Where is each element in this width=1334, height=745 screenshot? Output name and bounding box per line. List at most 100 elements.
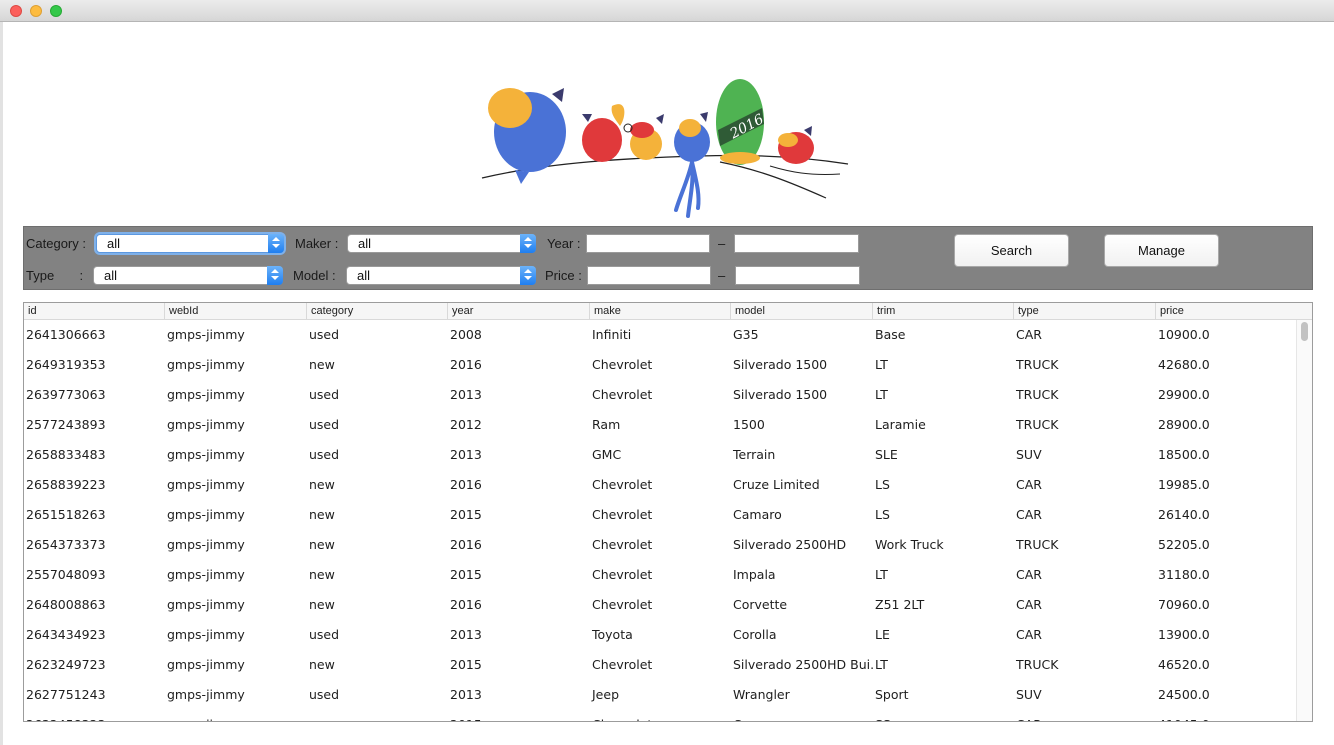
column-header-category[interactable]: category — [307, 303, 448, 320]
table-row[interactable]: 2641306663 gmps-jimmy used 2008 Infiniti G35 B… — [24, 320, 1297, 350]
maker-select[interactable]: all — [347, 234, 536, 253]
zoom-window-button[interactable] — [50, 5, 62, 17]
blue-bird-large — [488, 88, 566, 184]
cell-category: new — [309, 507, 335, 522]
year-to-input[interactable] — [734, 234, 859, 253]
cell-category: new — [309, 537, 335, 552]
cell-trim: LT — [875, 567, 888, 582]
column-header-price[interactable]: price — [1156, 303, 1297, 320]
cell-webid: gmps-jimmy — [167, 687, 245, 702]
column-header-trim[interactable]: trim — [873, 303, 1014, 320]
cell-id: 2651518263 — [26, 507, 106, 522]
table-row[interactable]: 2658833483 gmps-jimmy used 2013 GMC Terrain SL… — [24, 440, 1297, 470]
cell-type: CAR — [1014, 710, 1156, 721]
maker-select-arrow-icon[interactable] — [520, 234, 536, 253]
cell-make: Toyota — [592, 627, 633, 642]
type-select-arrow-icon[interactable] — [267, 266, 283, 285]
cell-model: Camaro — [733, 507, 782, 522]
table-row[interactable]: 2639773063 gmps-jimmy used 2013 Chevrolet Sil… — [24, 380, 1297, 410]
cell-make: Ram — [592, 417, 621, 432]
green-egg-2016: 2016 — [716, 79, 767, 165]
cell-webid: gmps-jimmy — [167, 477, 245, 492]
table-row[interactable]: 2627751243 gmps-jimmy used 2013 Jeep Wrangler… — [24, 680, 1297, 710]
model-select[interactable]: all — [346, 266, 536, 285]
year-range-dash: – — [718, 236, 726, 251]
cell-webid: gmps-jimmy — [167, 627, 245, 642]
close-window-button[interactable] — [10, 5, 22, 17]
table-row[interactable]: 2623249723 gmps-jimmy new 2015 Chevrolet Silv… — [24, 650, 1297, 680]
cell-year: 2008 — [450, 327, 482, 342]
column-header-type[interactable]: type — [1014, 303, 1156, 320]
cell-year: 2015 — [448, 710, 590, 721]
cell-type: CAR — [1016, 477, 1042, 492]
table-row[interactable]: 2643434923 gmps-jimmy used 2013 Toyota Coroll… — [24, 620, 1297, 650]
cell-trim: Z51 2LT — [875, 597, 925, 612]
cell-trim: LT — [875, 657, 888, 672]
table-row[interactable]: 2654373373 gmps-jimmy new 2016 Chevrolet Silv… — [24, 530, 1297, 560]
column-header-year[interactable]: year — [448, 303, 590, 320]
cell-model: Corvette — [733, 597, 788, 612]
manage-button[interactable]: Manage — [1104, 234, 1219, 267]
price-label: Price : — [545, 268, 582, 283]
cell-trim: LE — [875, 627, 890, 642]
cell-category: used — [309, 447, 340, 462]
cell-price: 24500.0 — [1158, 687, 1210, 702]
cell-type: TRUCK — [1016, 387, 1059, 402]
category-select-arrow-icon[interactable] — [268, 234, 284, 253]
table-row[interactable]: 2557048093 gmps-jimmy new 2015 Chevrolet Impa… — [24, 560, 1297, 590]
type-select[interactable]: all — [93, 266, 283, 285]
column-header-make[interactable]: make — [590, 303, 731, 320]
cell-trim: SS — [873, 710, 1014, 721]
cell-type: TRUCK — [1016, 537, 1059, 552]
cell-category: used — [309, 687, 340, 702]
vehicle-results-table[interactable]: id webId category year make model trim type pric… — [23, 302, 1313, 722]
table-body[interactable]: 2641306663 gmps-jimmy used 2008 Infiniti G35 B… — [24, 320, 1297, 721]
cell-price: 42680.0 — [1158, 357, 1210, 372]
category-select[interactable]: all — [96, 234, 284, 253]
table-row[interactable]: 2577243893 gmps-jimmy used 2012 Ram 1500 Laram… — [24, 410, 1297, 440]
cell-trim: Sport — [875, 687, 909, 702]
cell-model: Terrain — [733, 447, 776, 462]
cell-webid: gmps-jimmy — [167, 507, 245, 522]
cell-webid: gmps-jimmy — [167, 417, 245, 432]
cell-webid: gmps-jimmy — [167, 537, 245, 552]
year-from-input[interactable] — [586, 234, 710, 253]
cell-category: used — [309, 387, 340, 402]
cell-price: 10900.0 — [1158, 327, 1210, 342]
column-header-id[interactable]: id — [24, 303, 165, 320]
model-select-arrow-icon[interactable] — [520, 266, 536, 285]
cell-trim: Work Truck — [875, 537, 944, 552]
table-vertical-scrollbar[interactable] — [1296, 320, 1312, 721]
cell-model: Impala — [733, 567, 776, 582]
cell-id: 2632458323 — [24, 710, 165, 721]
cell-make: Chevrolet — [592, 507, 653, 522]
table-row[interactable]: 2651518263 gmps-jimmy new 2015 Chevrolet Cama… — [24, 500, 1297, 530]
column-header-model[interactable]: model — [731, 303, 873, 320]
column-header-webid[interactable]: webId — [165, 303, 307, 320]
table-row[interactable]: 2658839223 gmps-jimmy new 2016 Chevrolet Cruz… — [24, 470, 1297, 500]
type-select-value: all — [104, 268, 118, 283]
scrollbar-thumb[interactable] — [1301, 322, 1308, 341]
cell-model: Wrangler — [733, 687, 790, 702]
cell-category: new — [309, 357, 335, 372]
red-bird — [582, 104, 625, 162]
cell-trim: Laramie — [875, 417, 926, 432]
table-row[interactable]: 2648008863 gmps-jimmy new 2016 Chevrolet Corv… — [24, 590, 1297, 620]
cell-make: Jeep — [592, 687, 620, 702]
maker-label: Maker : — [295, 236, 339, 251]
table-row[interactable]: 2632458323gmps-jimmynew2015ChevroletCama… — [24, 710, 1297, 721]
cell-price: 52205.0 — [1158, 537, 1210, 552]
price-range-dash: – — [718, 268, 726, 283]
model-select-value: all — [357, 268, 371, 283]
cell-category: used — [309, 627, 340, 642]
search-button[interactable]: Search — [954, 234, 1069, 267]
cell-id: 2577243893 — [26, 417, 106, 432]
table-row[interactable]: 2649319353 gmps-jimmy new 2016 Chevrolet Silv… — [24, 350, 1297, 380]
price-to-input[interactable] — [735, 266, 860, 285]
price-from-input[interactable] — [587, 266, 711, 285]
cell-year: 2016 — [450, 597, 482, 612]
cell-make: Infiniti — [592, 327, 632, 342]
cell-id: 2654373373 — [26, 537, 106, 552]
cell-trim: LT — [875, 357, 888, 372]
minimize-window-button[interactable] — [30, 5, 42, 17]
